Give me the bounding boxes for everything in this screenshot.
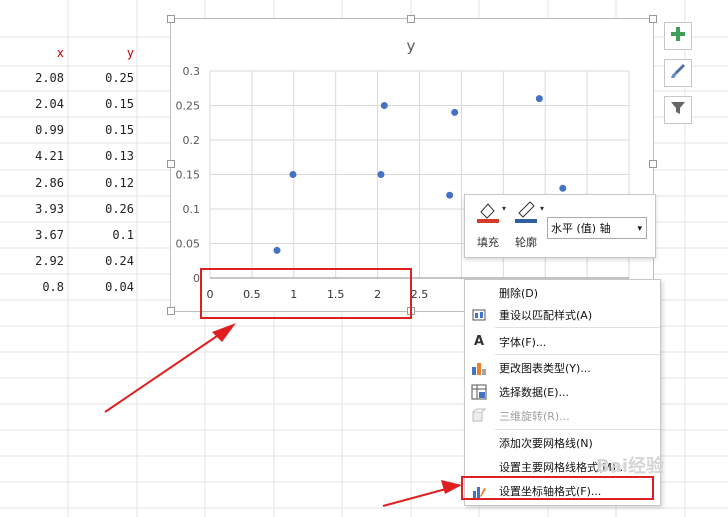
menu-item-reset-style[interactable]: 重设以匹配样式(A)	[465, 304, 660, 326]
select-data-icon	[471, 384, 487, 400]
outline-button[interactable]	[513, 200, 539, 224]
watermark: Bai经验	[596, 456, 665, 477]
menu-separator	[495, 327, 660, 328]
menu-item-select-data[interactable]: 选择数据(E)...	[465, 381, 660, 403]
chart-type-icon	[471, 360, 487, 376]
font-icon: A	[473, 334, 485, 349]
fill-button[interactable]	[475, 200, 501, 224]
rotate-3d-icon	[471, 408, 487, 424]
pen-icon	[513, 201, 539, 228]
menu-item-label: 添加次要网格线(N)	[499, 437, 593, 450]
menu-item-3d-rotation: 三维旋转(R)...	[465, 405, 660, 427]
menu-item-change-chart-type[interactable]: 更改图表类型(Y)...	[465, 357, 660, 379]
menu-item-add-minor-gridlines[interactable]: 添加次要网格线(N)	[465, 432, 660, 454]
menu-highlight-box	[461, 476, 654, 500]
menu-item-label: 选择数据(E)...	[499, 386, 570, 399]
menu-item-delete[interactable]: 删除(D)	[465, 282, 660, 304]
chevron-down-icon[interactable]: ▾	[540, 204, 544, 213]
fill-label: 填充	[477, 236, 499, 249]
menu-separator	[495, 429, 660, 430]
reset-style-icon	[471, 307, 487, 323]
chevron-down-icon: ▾	[637, 224, 642, 234]
menu-item-label: 字体(F)...	[499, 336, 547, 349]
menu-separator	[495, 354, 660, 355]
paint-bucket-icon	[475, 203, 501, 228]
menu-item-font[interactable]: A 字体(F)...	[465, 331, 660, 353]
chart-element-value: 水平 (值) 轴	[551, 222, 611, 235]
chart-element-select[interactable]: 水平 (值) 轴 ▾	[547, 217, 647, 239]
chevron-down-icon[interactable]: ▾	[502, 204, 506, 213]
outline-label: 轮廓	[515, 236, 537, 249]
menu-item-label: 更改图表类型(Y)...	[499, 362, 591, 375]
menu-item-label: 删除(D)	[499, 287, 539, 300]
mini-toolbar: ▾ 填充 ▾ 轮廓 水平 (值) 轴 ▾	[464, 194, 656, 258]
menu-item-label: 三维旋转(R)...	[499, 410, 570, 423]
menu-item-label: 重设以匹配样式(A)	[499, 309, 593, 322]
